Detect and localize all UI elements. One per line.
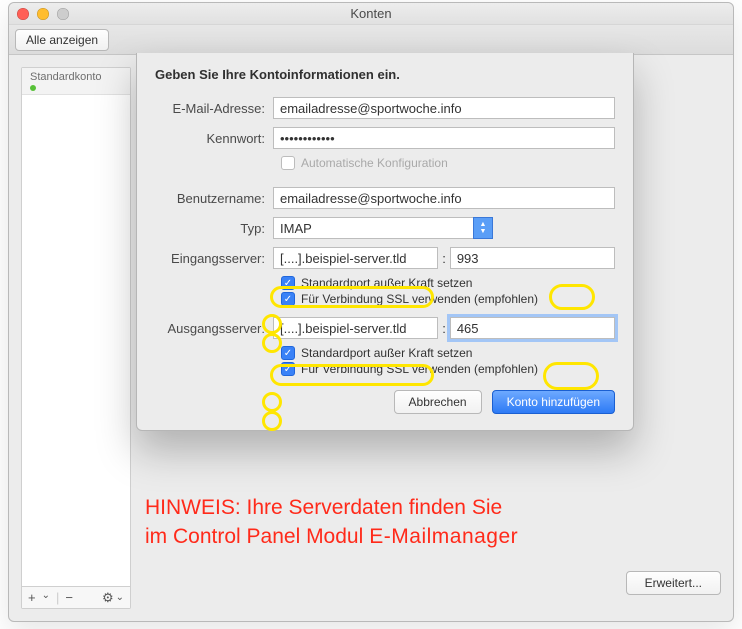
sidebar-footer: + ⌄ | − ⚙ ⌄ <box>22 586 130 608</box>
cancel-button[interactable]: Abbrechen <box>394 390 482 414</box>
outgoing-server-field[interactable] <box>273 317 438 339</box>
port-separator: : <box>442 251 446 266</box>
outgoing-ssl-label: Für Verbindung SSL verwenden (empfohlen) <box>301 362 538 376</box>
incoming-override-port-label: Standardport außer Kraft setzen <box>301 276 472 290</box>
sheet-heading: Geben Sie Ihre Kontoinformationen ein. <box>155 67 615 82</box>
show-all-button[interactable]: Alle anzeigen <box>15 29 109 51</box>
account-setup-sheet: Geben Sie Ihre Kontoinformationen ein. E… <box>136 53 634 431</box>
auto-config-checkbox <box>281 156 295 170</box>
toolbar: Alle anzeigen <box>9 25 733 55</box>
hint-text: HINWEIS: Ihre Serverdaten finden Sie im … <box>143 494 721 551</box>
add-account-button[interactable]: + <box>28 590 36 605</box>
outgoing-override-port-checkbox[interactable]: ✓ <box>281 346 295 360</box>
outgoing-ssl-checkbox[interactable]: ✓ <box>281 362 295 376</box>
type-select[interactable] <box>273 217 493 239</box>
outgoing-override-port-label: Standardport außer Kraft setzen <box>301 346 472 360</box>
sidebar-item-label: Standardkonto <box>30 71 122 83</box>
accounts-sidebar: Standardkonto + ⌄ | − ⚙ ⌄ <box>21 67 131 609</box>
port-separator: : <box>442 321 446 336</box>
sidebar-item-default-account[interactable]: Standardkonto <box>22 68 130 95</box>
outgoing-port-field[interactable] <box>450 317 615 339</box>
password-label: Kennwort: <box>155 131 273 146</box>
gear-icon[interactable]: ⚙ <box>102 590 114 606</box>
chevron-up-down-icon[interactable]: ▲▼ <box>473 217 493 239</box>
password-field[interactable] <box>273 127 615 149</box>
incoming-server-field[interactable] <box>273 247 438 269</box>
add-account-dropdown-icon[interactable]: ⌄ <box>42 590 50 605</box>
add-account-button[interactable]: Konto hinzufügen <box>492 390 615 414</box>
email-label: E-Mail-Adresse: <box>155 101 273 116</box>
incoming-port-field[interactable] <box>450 247 615 269</box>
titlebar: Konten <box>9 3 733 25</box>
incoming-ssl-checkbox[interactable]: ✓ <box>281 292 295 306</box>
email-field[interactable] <box>273 97 615 119</box>
auto-config-label: Automatische Konfiguration <box>301 156 448 170</box>
incoming-server-label: Eingangsserver: <box>155 251 273 266</box>
incoming-override-port-checkbox[interactable]: ✓ <box>281 276 295 290</box>
username-label: Benutzername: <box>155 191 273 206</box>
outgoing-server-label: Ausgangsserver: <box>155 321 273 336</box>
advanced-button[interactable]: Erweitert... <box>626 571 721 595</box>
incoming-ssl-label: Für Verbindung SSL verwenden (empfohlen) <box>301 292 538 306</box>
status-dot-icon <box>30 85 36 91</box>
gear-dropdown-icon[interactable]: ⌄ <box>116 592 124 603</box>
window-title: Konten <box>9 6 733 21</box>
username-field[interactable] <box>273 187 615 209</box>
type-label: Typ: <box>155 221 273 236</box>
remove-account-button[interactable]: − <box>65 590 73 605</box>
auto-config-row: Automatische Konfiguration <box>281 156 615 170</box>
